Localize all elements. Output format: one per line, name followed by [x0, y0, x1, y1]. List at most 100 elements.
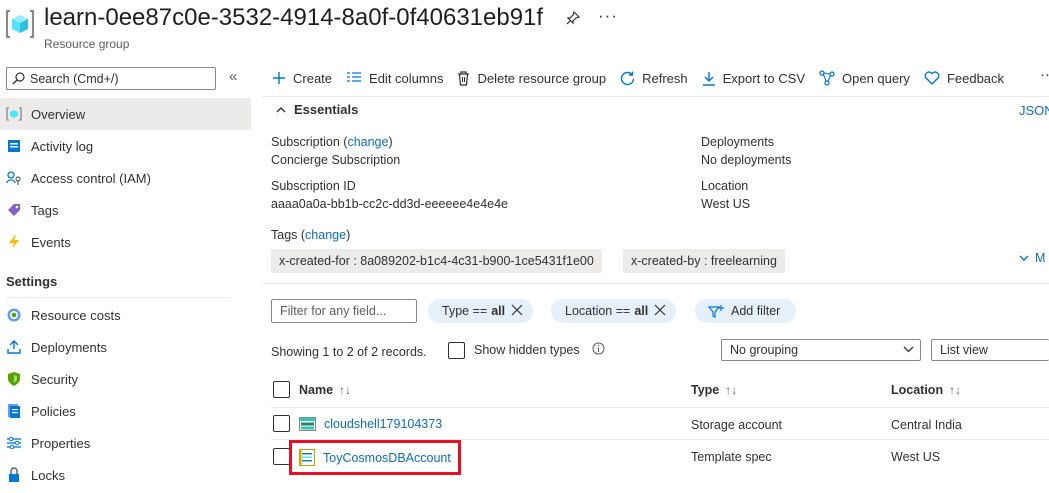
- column-label: Name: [299, 383, 334, 397]
- close-icon[interactable]: [511, 303, 523, 319]
- page-subtitle: Resource group: [44, 37, 130, 51]
- view-value: List view: [940, 343, 988, 357]
- close-icon[interactable]: [654, 303, 666, 319]
- column-header-name[interactable]: Name ↑↓: [299, 383, 351, 397]
- sidebar-item-label: Events: [31, 234, 71, 250]
- activity-log-icon: [6, 138, 22, 154]
- sidebar-item-properties[interactable]: Properties: [0, 427, 251, 459]
- location-filter-pill[interactable]: Location == all: [551, 299, 677, 323]
- feedback-button[interactable]: Feedback: [924, 71, 1004, 86]
- filter-input[interactable]: Filter for any field...: [271, 299, 417, 323]
- page-title: learn-0ee87c0e-3532-4914-8a0f-0f40631eb9…: [44, 4, 544, 31]
- lock-icon: [6, 467, 22, 483]
- refresh-button[interactable]: Refresh: [620, 71, 688, 86]
- sidebar-item-locks[interactable]: Locks: [0, 459, 251, 491]
- refresh-label: Refresh: [642, 70, 688, 86]
- delete-resource-group-button[interactable]: Delete resource group: [457, 71, 606, 86]
- sidebar-item-label: Policies: [31, 403, 76, 419]
- shield-icon: [6, 371, 22, 387]
- essentials-heading: Essentials: [294, 102, 359, 117]
- collapse-sidebar-button[interactable]: «: [229, 68, 237, 85]
- show-hidden-label: Show hidden types: [474, 343, 580, 357]
- storage-account-icon: [299, 417, 316, 431]
- open-query-button[interactable]: Open query: [819, 70, 910, 86]
- heart-icon: [924, 71, 940, 85]
- sidebar-item-activity-log[interactable]: Activity log: [0, 130, 251, 162]
- sort-icon: ↑↓: [949, 383, 962, 397]
- delete-rg-label: Delete resource group: [477, 70, 607, 86]
- sidebar-item-overview[interactable]: Overview: [0, 98, 251, 130]
- add-filter-button[interactable]: Add filter: [695, 299, 797, 323]
- divider: [262, 283, 1049, 284]
- plus-icon: [272, 71, 286, 85]
- subscription-change-link[interactable]: change: [347, 135, 388, 149]
- close-paren: ): [346, 228, 351, 242]
- grouping-dropdown[interactable]: No grouping: [721, 339, 921, 361]
- create-button[interactable]: Create: [272, 71, 332, 86]
- edit-columns-label: Edit columns: [369, 70, 444, 86]
- close-paren: ): [388, 135, 393, 149]
- tags-label-text: Tags (: [271, 228, 306, 242]
- more-tags-label: M: [1035, 251, 1046, 265]
- sidebar-item-events[interactable]: Events: [0, 226, 251, 258]
- sidebar-item-policies[interactable]: Policies: [0, 395, 251, 427]
- sidebar-item-resource-costs[interactable]: Resource costs: [0, 299, 251, 331]
- sidebar-item-deployments[interactable]: Deployments: [0, 331, 251, 363]
- column-header-type[interactable]: Type ↑↓: [691, 383, 737, 397]
- location-filter-label: Location ==: [565, 304, 631, 318]
- open-query-label: Open query: [842, 70, 910, 86]
- feedback-label: Feedback: [946, 70, 1005, 86]
- sidebar-item-label: Access control (IAM): [31, 170, 151, 186]
- policies-icon: [6, 403, 22, 419]
- type-filter-pill[interactable]: Type == all: [428, 299, 534, 323]
- table-row-name: cloudshell179104373: [299, 417, 442, 431]
- json-view-link[interactable]: JSON: [1019, 103, 1049, 118]
- resource-location: West US: [891, 450, 941, 464]
- export-csv-button[interactable]: Export to CSV: [702, 71, 805, 86]
- more-tags-link[interactable]: M: [1019, 251, 1045, 265]
- records-count: Showing 1 to 2 of 2 records.: [271, 345, 427, 359]
- sidebar-search-input[interactable]: Search (Cmd+/): [6, 67, 216, 90]
- row-checkbox[interactable]: [273, 415, 290, 432]
- sidebar-item-tags[interactable]: Tags: [0, 194, 251, 226]
- chevron-down-icon: [903, 344, 914, 356]
- sidebar-item-label: Locks: [31, 467, 65, 483]
- resource-location: Central India: [891, 418, 962, 432]
- overview-icon: [6, 106, 22, 122]
- location-label: Location: [701, 179, 749, 193]
- sidebar-item-iam[interactable]: Access control (IAM): [0, 162, 251, 194]
- edit-columns-button[interactable]: Edit columns: [346, 71, 443, 86]
- subscription-id-value: aaaa0a0a-bb1b-cc2c-dd3d-eeeeee4e4e4e: [271, 197, 509, 211]
- columns-icon: [346, 72, 362, 84]
- sidebar-item-security[interactable]: Security: [0, 363, 251, 395]
- tag-chip[interactable]: x-created-for : 8a089202-b1c4-4c31-b900-…: [271, 249, 602, 273]
- essentials-toggle[interactable]: Essentials: [276, 102, 358, 117]
- location-value: West US: [701, 197, 751, 211]
- export-csv-label: Export to CSV: [722, 70, 805, 86]
- sort-ascending-icon: ↑↓: [339, 383, 352, 397]
- tag-chip[interactable]: x-created-by : freelearning: [623, 249, 785, 273]
- resource-name-link[interactable]: cloudshell179104373: [324, 417, 442, 431]
- select-all-checkbox[interactable]: [273, 381, 290, 398]
- chevron-down-icon: [1019, 255, 1029, 261]
- refresh-icon: [620, 71, 635, 86]
- toolbar-more-button[interactable]: ···: [1040, 66, 1049, 83]
- iam-icon: [6, 170, 22, 186]
- more-options-button[interactable]: ···: [598, 6, 618, 26]
- info-icon[interactable]: [592, 342, 605, 358]
- events-icon: [6, 234, 22, 250]
- tags-change-link[interactable]: change: [305, 228, 346, 242]
- view-dropdown[interactable]: List view: [931, 339, 1049, 361]
- column-header-location[interactable]: Location ↑↓: [891, 383, 961, 397]
- subscription-value-link[interactable]: Concierge Subscription: [271, 153, 400, 167]
- resource-costs-icon: [6, 307, 22, 323]
- subscription-id-label: Subscription ID: [271, 179, 356, 193]
- pin-icon[interactable]: [566, 10, 581, 29]
- tag-icon: [6, 202, 22, 218]
- type-filter-value: all: [491, 304, 506, 318]
- divider: [262, 96, 1049, 97]
- deployments-value-link[interactable]: No deployments: [701, 153, 791, 167]
- show-hidden-checkbox[interactable]: [448, 342, 465, 359]
- sidebar-item-label: Tags: [31, 202, 59, 218]
- row-checkbox[interactable]: [273, 448, 290, 465]
